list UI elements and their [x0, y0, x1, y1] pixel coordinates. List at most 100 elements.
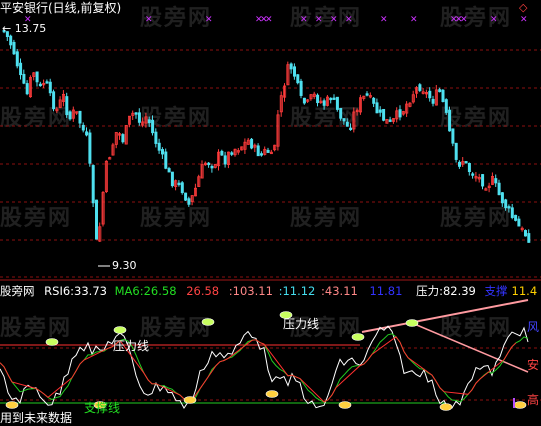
candle-body	[65, 96, 69, 116]
candle-body	[524, 230, 528, 237]
signal-marker: ✕	[205, 15, 213, 25]
chart-window: 股旁网 股旁网 股旁网 股旁网 股旁网 股旁网 股旁网 股旁网 股旁网 股旁网 …	[0, 0, 541, 426]
candle-body	[339, 107, 343, 119]
candle-body	[95, 199, 99, 240]
candle-body	[22, 73, 26, 84]
turning-point-marker	[201, 318, 215, 326]
candle-body	[510, 207, 514, 218]
indicator-source: 股旁网	[0, 284, 35, 298]
signal-marker: ✕	[145, 15, 153, 25]
candle-body	[507, 206, 511, 209]
candle-body	[504, 199, 508, 209]
purple-tick-marker	[513, 398, 515, 408]
candle-body	[157, 142, 161, 151]
chart-title: 平安银行(日线,前复权)	[0, 1, 122, 15]
candle-body	[91, 165, 95, 204]
turning-point-marker	[513, 401, 527, 409]
candle-body	[372, 97, 376, 104]
candle-body	[382, 108, 386, 121]
ma-label: MA6:	[114, 284, 144, 298]
candle-body	[497, 182, 501, 196]
turning-point-marker	[45, 338, 59, 346]
diamond-icon[interactable]: ◇	[519, 1, 527, 15]
candle-body	[428, 90, 432, 99]
turning-point-marker	[405, 319, 419, 327]
chart-canvas: ✕ ✕ ✕ ✕✕✕ ✕ ✕ ✕ ✕ ✕ ✕ ✕✕✕ ✕ ✕	[0, 15, 541, 411]
candle-body	[121, 134, 125, 143]
candle-body	[160, 149, 164, 155]
turning-point-marker	[113, 326, 127, 334]
turning-point-marker	[439, 403, 453, 411]
candle-body	[444, 99, 448, 113]
pressure-label: 压力:	[416, 284, 443, 298]
signal-marker: ✕	[265, 15, 273, 25]
pressure-line-label-1: 压力线	[113, 339, 150, 353]
candle-body	[345, 121, 349, 127]
candle-body	[170, 171, 174, 187]
candle-body	[223, 155, 227, 165]
candle-body	[438, 89, 442, 93]
candle-body	[398, 109, 402, 118]
rsi-label: RSI6:	[44, 284, 75, 298]
candle-body	[220, 150, 224, 156]
candle-body	[289, 63, 293, 70]
candle-body	[316, 94, 320, 104]
signal-marker: ✕	[410, 15, 418, 25]
high-price-label: ← 13.75	[2, 22, 47, 35]
candle-body	[441, 89, 445, 103]
candle-body	[15, 51, 19, 67]
pressure-line-label-2: 压力线	[283, 317, 320, 331]
candle-body	[180, 182, 184, 194]
candlestick-series	[2, 29, 531, 243]
candle-body	[471, 173, 475, 176]
candle-body	[167, 168, 171, 173]
candle-body	[230, 152, 234, 155]
candle-body	[184, 192, 188, 201]
candle-body	[88, 132, 92, 164]
candle-body	[187, 198, 191, 205]
candle-body	[292, 66, 296, 77]
candle-body	[451, 128, 455, 144]
candle-body	[45, 81, 49, 84]
candle-body	[151, 119, 155, 134]
candle-body	[154, 131, 158, 144]
candle-body	[210, 165, 214, 169]
support-label: 支撑	[484, 284, 508, 298]
candle-body	[527, 233, 531, 243]
candle-body	[457, 161, 461, 167]
candle-body	[266, 149, 270, 153]
candle-body	[250, 138, 254, 149]
candle-body	[514, 214, 518, 221]
signal-marker: ✕	[300, 15, 308, 25]
candle-body	[177, 182, 181, 186]
ma-value: 26.58	[143, 284, 177, 298]
high-label: 高	[527, 393, 540, 407]
support-value: 11.4	[511, 284, 538, 298]
signal-marker: ✕	[330, 15, 338, 25]
candle-body	[467, 163, 471, 173]
candle-body	[81, 124, 85, 131]
pressure-value: 82.39	[442, 284, 476, 298]
candle-body	[207, 162, 211, 166]
candle-body	[35, 71, 39, 83]
candle-body	[342, 118, 346, 122]
ma-red-segments	[0, 336, 517, 403]
rsi-value: 33.73	[74, 284, 107, 298]
signal-marker: ✕	[460, 15, 468, 25]
candle-body	[464, 161, 468, 164]
candle-body	[164, 151, 168, 169]
header-value-7: 11.81	[369, 284, 403, 298]
indicator-header: 股旁网 RSI6:33.73 MA6:26.58 26.58 :103.11 :…	[0, 284, 537, 298]
candle-body	[296, 74, 300, 84]
candle-body	[388, 119, 392, 122]
candle-body	[147, 119, 151, 124]
candle-body	[9, 35, 13, 46]
footer-hint: 用到未来数据	[0, 411, 73, 425]
candle-body	[349, 127, 353, 131]
candle-body	[329, 97, 333, 101]
candle-body	[259, 153, 263, 156]
turning-point-marker	[5, 401, 19, 409]
candle-body	[12, 41, 16, 55]
candle-body	[332, 97, 336, 100]
signal-marker: ✕	[490, 15, 498, 25]
